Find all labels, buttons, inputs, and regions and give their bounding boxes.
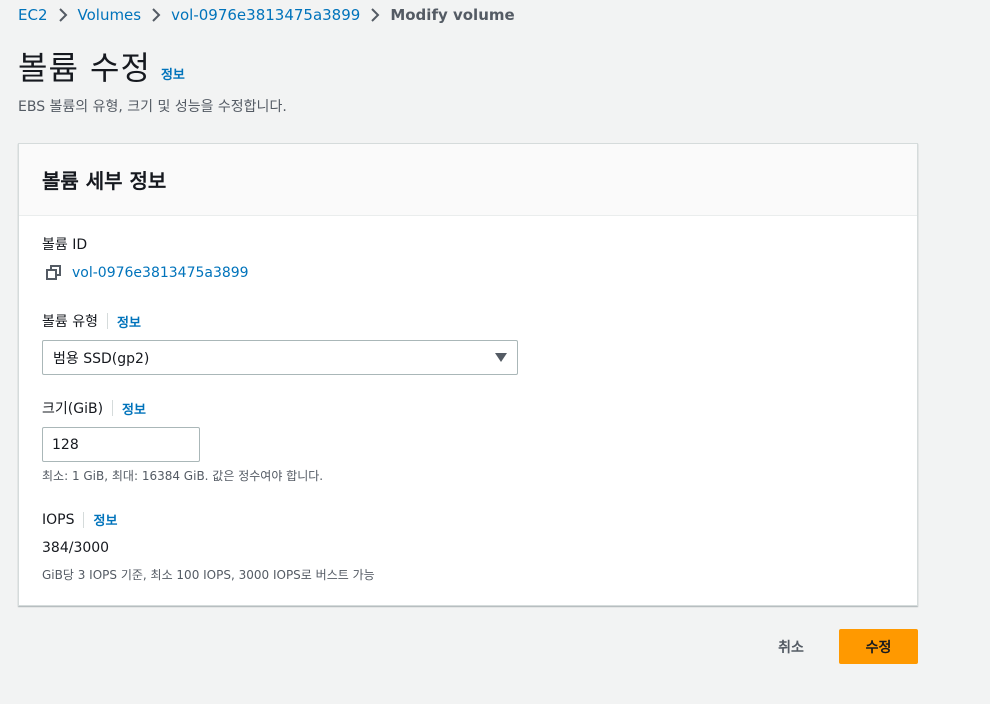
volume-id-row: vol-0976e3813475a3899 <box>45 264 249 282</box>
breadcrumb-volumes[interactable]: Volumes <box>78 6 142 24</box>
iops-label-row: IOPS 정보 <box>42 510 117 529</box>
header-info-link[interactable]: 정보 <box>161 64 185 83</box>
volume-type-select[interactable]: 범용 SSD(gp2) <box>42 340 518 375</box>
chevron-right-icon <box>48 8 78 22</box>
iops-label: IOPS <box>42 511 75 528</box>
volume-type-label: 볼륨 유형 <box>42 314 98 330</box>
breadcrumb-ec2[interactable]: EC2 <box>18 6 48 24</box>
label-divider <box>112 400 114 416</box>
modify-volume-page: EC2 Volumes vol-0976e3813475a3899 Modify… <box>0 0 990 704</box>
size-info-link[interactable]: 정보 <box>122 399 146 418</box>
breadcrumb: EC2 Volumes vol-0976e3813475a3899 Modify… <box>18 4 515 26</box>
size-input[interactable] <box>42 427 200 462</box>
cancel-button[interactable]: 취소 <box>760 629 822 664</box>
chevron-right-icon <box>141 8 171 22</box>
size-label: 크기(GiB) <box>42 401 104 417</box>
page-title: 볼륨 수정 <box>18 49 151 87</box>
caret-down-icon <box>495 352 507 363</box>
size-label-row: 크기(GiB) 정보 <box>42 398 146 418</box>
volume-id-label-row: 볼륨 ID <box>42 234 87 254</box>
iops-info-link[interactable]: 정보 <box>93 510 117 529</box>
modify-button[interactable]: 수정 <box>839 629 918 664</box>
breadcrumb-current: Modify volume <box>390 6 515 24</box>
panel-header: 볼륨 세부 정보 <box>19 144 917 216</box>
label-divider <box>106 313 108 329</box>
page-description: EBS 볼륨의 유형, 크기 및 성능을 수정합니다. <box>18 99 287 115</box>
volume-type-info-link[interactable]: 정보 <box>117 312 141 331</box>
page-header: 볼륨 수정 정보 <box>18 46 185 90</box>
volume-id-label: 볼륨 ID <box>42 237 88 253</box>
iops-hint: GiB당 3 IOPS 기준, 최소 100 IOPS, 3000 IOPS로 … <box>42 568 375 582</box>
volume-type-selected-value: 범용 SSD(gp2) <box>53 350 150 367</box>
volume-type-label-row: 볼륨 유형 정보 <box>42 311 141 331</box>
iops-value: 384/3000 <box>42 540 110 556</box>
breadcrumb-volume-id[interactable]: vol-0976e3813475a3899 <box>171 6 360 24</box>
size-hint: 최소: 1 GiB, 최대: 16384 GiB. 값은 정수여야 합니다. <box>42 469 324 483</box>
copy-icon[interactable] <box>45 264 63 282</box>
volume-id-link[interactable]: vol-0976e3813475a3899 <box>72 265 249 281</box>
volume-details-panel: 볼륨 세부 정보 볼륨 ID vol-0976e3813475a3899 볼륨 … <box>18 143 918 606</box>
chevron-right-icon <box>360 8 390 22</box>
label-divider <box>83 511 85 528</box>
panel-title: 볼륨 세부 정보 <box>42 169 167 193</box>
